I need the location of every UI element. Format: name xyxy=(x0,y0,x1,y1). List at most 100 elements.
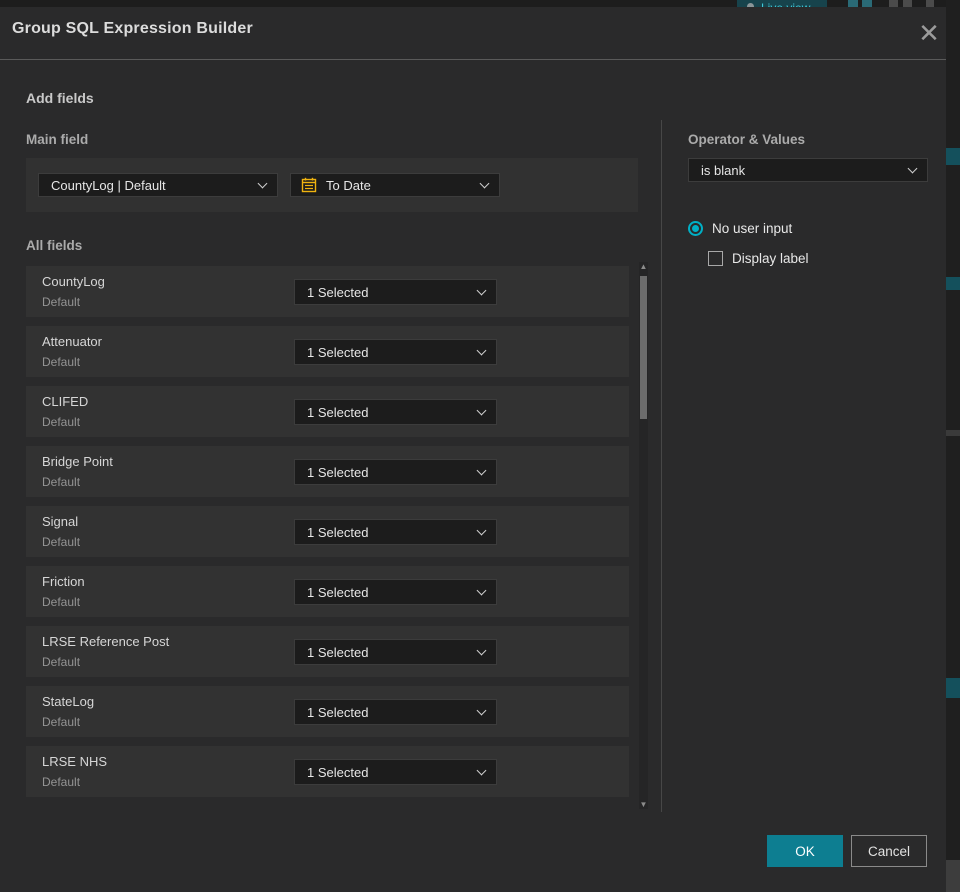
scrollbar-thumb[interactable] xyxy=(640,276,647,419)
chevron-down-icon xyxy=(476,285,487,296)
live-view-button-fragment: Live view xyxy=(737,0,827,7)
background-fragment xyxy=(946,277,960,290)
column-divider xyxy=(661,120,662,812)
radio-selected-icon xyxy=(688,221,703,236)
main-field-select[interactable]: CountyLog | Default xyxy=(38,173,278,197)
field-row: StateLog Default 1 Selected xyxy=(26,686,629,737)
field-selected-dropdown[interactable]: 1 Selected xyxy=(294,519,497,545)
field-name: LRSE Reference Post xyxy=(42,634,170,649)
field-name: Bridge Point xyxy=(42,454,113,469)
chevron-down-icon xyxy=(476,465,487,476)
dialog-header: Group SQL Expression Builder ✕ xyxy=(0,7,946,60)
chevron-down-icon xyxy=(907,163,918,174)
field-row: CountyLog Default 1 Selected xyxy=(26,266,629,317)
field-name: CountyLog xyxy=(42,274,105,289)
scroll-up-icon[interactable]: ▲ xyxy=(639,262,648,271)
all-fields-label: All fields xyxy=(26,238,83,253)
no-user-input-radio[interactable]: No user input xyxy=(688,221,792,236)
field-selected-dropdown[interactable]: 1 Selected xyxy=(294,399,497,425)
field-view-name: Default xyxy=(42,655,81,669)
field-row: Bridge Point Default 1 Selected xyxy=(26,446,629,497)
field-selected-value: 1 Selected xyxy=(307,644,369,660)
chevron-down-icon xyxy=(476,645,487,656)
all-fields-list: CountyLog Default 1 Selected Attenuator … xyxy=(26,266,629,806)
background-app-top-strip: Live view xyxy=(0,0,960,7)
background-fragment xyxy=(946,430,960,436)
field-name: Signal xyxy=(42,514,79,529)
close-icon[interactable]: ✕ xyxy=(912,13,946,53)
field-name: LRSE NHS xyxy=(42,754,108,769)
checkbox-unchecked-icon xyxy=(708,251,723,266)
field-selected-dropdown[interactable]: 1 Selected xyxy=(294,639,497,665)
main-field-type-value: To Date xyxy=(326,177,371,193)
main-field-label: Main field xyxy=(26,132,89,147)
field-name: Friction xyxy=(42,574,85,589)
field-selected-dropdown[interactable]: 1 Selected xyxy=(294,699,497,725)
background-fragment xyxy=(946,148,960,165)
toolbar-icon-fragment xyxy=(848,0,858,7)
no-user-input-label: No user input xyxy=(712,221,793,236)
ok-button[interactable]: OK xyxy=(767,835,843,867)
chevron-down-icon xyxy=(476,765,487,776)
field-selected-value: 1 Selected xyxy=(307,344,369,360)
field-row: Friction Default 1 Selected xyxy=(26,566,629,617)
field-selected-dropdown[interactable]: 1 Selected xyxy=(294,339,497,365)
all-fields-scrollbar[interactable]: ▲ ▼ xyxy=(639,262,648,809)
field-selected-dropdown[interactable]: 1 Selected xyxy=(294,759,497,785)
main-field-panel: CountyLog | Default To Date xyxy=(26,158,638,212)
field-view-name: Default xyxy=(42,535,81,549)
chevron-down-icon xyxy=(479,178,490,189)
field-selected-value: 1 Selected xyxy=(307,764,369,780)
screen: Live view Group SQL Expression Builder ✕… xyxy=(0,0,960,892)
field-selected-value: 1 Selected xyxy=(307,584,369,600)
field-row: LRSE Reference Post Default 1 Selected xyxy=(26,626,629,677)
field-selected-dropdown[interactable]: 1 Selected xyxy=(294,579,497,605)
field-selected-dropdown[interactable]: 1 Selected xyxy=(294,459,497,485)
field-view-name: Default xyxy=(42,295,81,309)
scroll-down-icon[interactable]: ▼ xyxy=(639,800,648,809)
chevron-down-icon xyxy=(257,178,268,189)
field-view-name: Default xyxy=(42,475,81,489)
field-view-name: Default xyxy=(42,415,81,429)
group-sql-expression-builder-dialog: Group SQL Expression Builder ✕ Add field… xyxy=(0,7,946,892)
field-view-name: Default xyxy=(42,775,81,789)
field-selected-dropdown[interactable]: 1 Selected xyxy=(294,279,497,305)
display-label-text: Display label xyxy=(732,251,809,266)
field-selected-value: 1 Selected xyxy=(307,704,369,720)
operator-select-value: is blank xyxy=(701,162,746,178)
field-selected-value: 1 Selected xyxy=(307,524,369,540)
add-fields-heading: Add fields xyxy=(26,90,94,106)
chevron-down-icon xyxy=(476,405,487,416)
field-selected-value: 1 Selected xyxy=(307,464,369,480)
field-selected-value: 1 Selected xyxy=(307,284,369,300)
display-label-checkbox[interactable]: Display label xyxy=(708,251,809,266)
operator-select[interactable]: is blank xyxy=(688,158,928,182)
background-fragment xyxy=(946,860,960,892)
field-row: CLIFED Default 1 Selected xyxy=(26,386,629,437)
background-fragment xyxy=(946,678,960,698)
toolbar-icon-fragment xyxy=(903,0,912,7)
field-view-name: Default xyxy=(42,595,81,609)
field-name: StateLog xyxy=(42,694,95,709)
chevron-down-icon xyxy=(476,345,487,356)
field-row: Signal Default 1 Selected xyxy=(26,506,629,557)
dialog-title: Group SQL Expression Builder xyxy=(12,20,253,37)
chevron-down-icon xyxy=(476,585,487,596)
toolbar-icon-fragment xyxy=(889,0,898,7)
cancel-button[interactable]: Cancel xyxy=(851,835,927,867)
toolbar-icon-fragment xyxy=(926,0,934,7)
toolbar-icon-fragment xyxy=(862,0,872,7)
main-field-type-select[interactable]: To Date xyxy=(290,173,500,197)
chevron-down-icon xyxy=(476,705,487,716)
field-row: LRSE NHS Default 1 Selected xyxy=(26,746,629,797)
main-field-select-value: CountyLog | Default xyxy=(51,177,166,193)
operator-values-label: Operator & Values xyxy=(688,132,806,147)
field-selected-value: 1 Selected xyxy=(307,404,369,420)
background-app-right-strip xyxy=(946,0,960,892)
field-name: CLIFED xyxy=(42,394,89,409)
field-view-name: Default xyxy=(42,715,81,729)
calendar-icon xyxy=(301,177,317,193)
chevron-down-icon xyxy=(476,525,487,536)
field-row: Attenuator Default 1 Selected xyxy=(26,326,629,377)
field-view-name: Default xyxy=(42,355,81,369)
